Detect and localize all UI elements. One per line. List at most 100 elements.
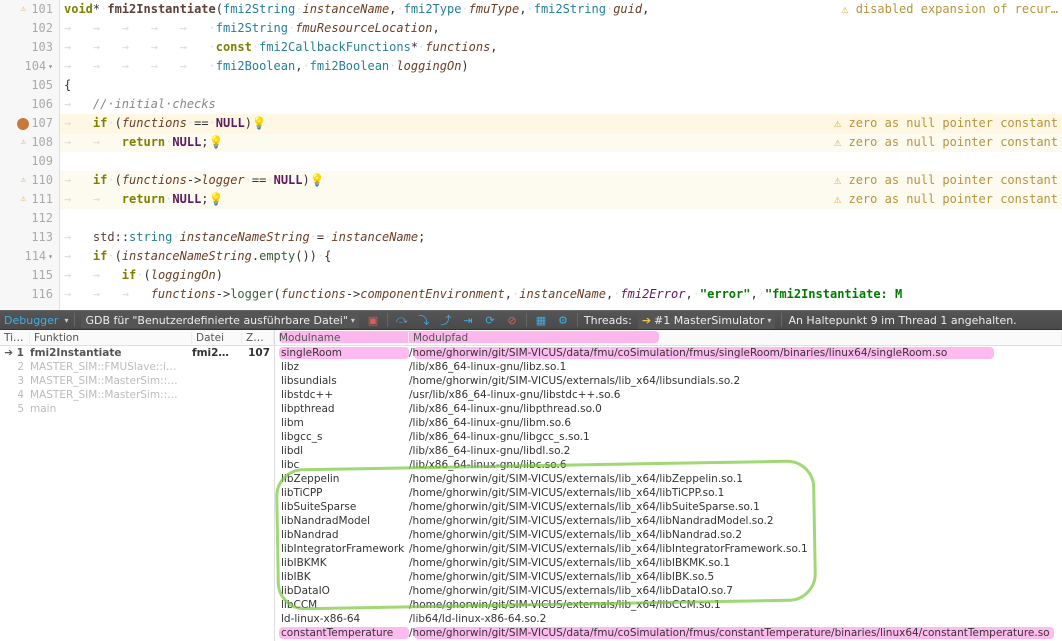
line-number[interactable]: 110 — [31, 171, 53, 190]
module-name: libz — [279, 361, 409, 373]
step-instruction-icon[interactable]: ⇥ — [460, 312, 476, 328]
line-number[interactable]: 105 — [31, 76, 53, 95]
code-line[interactable]: → → if·(loggingOn) — [60, 266, 1062, 285]
code-line[interactable]: → if·(functions->logger·==·NULL)💡 — [60, 171, 834, 190]
module-row[interactable]: libIBK/home/ghorwin/git/SIM-VICUS/extern… — [275, 570, 1062, 584]
col-modpath[interactable]: Modulpfad — [409, 332, 1062, 344]
module-row[interactable]: libgcc_s/lib/x86_64-linux-gnu/libgcc_s.s… — [275, 430, 1062, 444]
module-row[interactable]: ld-linux-x86-64/lib64/ld-linux-x86-64.so… — [275, 612, 1062, 626]
restart-icon[interactable]: ⟳ — [482, 312, 498, 328]
log-icon[interactable]: ▦ — [533, 312, 549, 328]
module-row[interactable]: libdl/lib/x86_64-linux-gnu/libdl.so.2 — [275, 444, 1062, 458]
warning-icon[interactable]: ⚠ — [17, 137, 29, 149]
inline-warning[interactable]: zero as null pointer constant — [834, 171, 1062, 190]
col-depth[interactable]: Tiefe — [0, 332, 30, 344]
line-number[interactable]: 112 — [31, 209, 53, 228]
inline-warning[interactable]: disabled expansion of recur… — [841, 0, 1062, 19]
code-line[interactable]: → → return·NULL;💡 — [60, 133, 834, 152]
line-number[interactable]: 109 — [31, 152, 53, 171]
line-number[interactable]: 116 — [31, 285, 53, 304]
line-number[interactable]: 101 — [31, 0, 53, 19]
code-line[interactable]: { — [60, 76, 1062, 95]
module-path: /home/ghorwin/git/SIM-VICUS/externals/li… — [409, 557, 1062, 569]
col-func[interactable]: Funktion — [30, 332, 192, 344]
col-modname[interactable]: Modulname — [275, 332, 409, 344]
module-row[interactable]: libz/lib/x86_64-linux-gnu/libz.so.1 — [275, 360, 1062, 374]
code-line[interactable] — [60, 209, 1062, 228]
step-over-icon[interactable]: ⤼ — [394, 312, 410, 328]
code-line[interactable]: → → → → → ·const·fmi2CallbackFunctions*·… — [60, 38, 1062, 57]
inline-warning[interactable]: zero as null pointer constant — [834, 133, 1062, 152]
stack-frame[interactable]: 4MASTER_SIM::MasterSim::… — [0, 388, 274, 402]
debug-status: An Haltepunkt 9 im Thread 1 angehalten. — [788, 314, 1016, 327]
code-line[interactable] — [60, 152, 1062, 171]
module-row[interactable]: libstdc++/usr/lib/x86_64-linux-gnu/libst… — [275, 388, 1062, 402]
breakpoint-icon[interactable] — [17, 118, 29, 130]
step-out-icon[interactable]: ⤴ — [438, 312, 454, 328]
code-line[interactable]: → → → functions->logger(functions->compo… — [60, 285, 1062, 304]
stack-panel[interactable]: Tiefe Funktion Datei Zeile ➔ 1fmi2Instan… — [0, 330, 275, 641]
code-line[interactable]: → if·(instanceNameString.empty())·{ — [60, 247, 1062, 266]
gutter[interactable]: ⚠101102103104▾105106107⚠108109⚠110⚠11111… — [0, 0, 60, 310]
module-row[interactable]: libNandradModel/home/ghorwin/git/SIM-VIC… — [275, 514, 1062, 528]
stop-record-icon[interactable]: ▣ — [365, 312, 381, 328]
module-path: /home/ghorwin/git/SIM-VICUS/externals/li… — [409, 501, 1062, 513]
stack-frame[interactable]: 5main — [0, 402, 274, 416]
fold-icon[interactable]: ▾ — [48, 57, 53, 76]
col-line[interactable]: Zeile — [242, 332, 274, 344]
fold-icon[interactable]: ▾ — [48, 247, 53, 266]
line-number[interactable]: 103 — [31, 38, 53, 57]
abort-icon[interactable]: ⊘ — [504, 312, 520, 328]
module-path: /home/ghorwin/git/SIM-VICUS/externals/li… — [409, 487, 1062, 499]
line-number[interactable]: 113 — [31, 228, 53, 247]
module-row[interactable]: libc/lib/x86_64-linux-gnu/libc.so.6 — [275, 458, 1062, 472]
dropdown-arrow-icon[interactable]: ▾ — [64, 316, 68, 325]
code-line[interactable]: → std::string·instanceNameString·=·insta… — [60, 228, 1062, 247]
module-row[interactable]: libpthread/lib/x86_64-linux-gnu/libpthre… — [275, 402, 1062, 416]
stack-frame[interactable]: 3MASTER_SIM::MasterSim::… — [0, 374, 274, 388]
module-path: /lib/x86_64-linux-gnu/libm.so.6 — [409, 417, 1062, 429]
code-line[interactable]: → if·(functions·==·NULL)💡 — [60, 114, 834, 133]
module-row[interactable]: libSuiteSparse/home/ghorwin/git/SIM-VICU… — [275, 500, 1062, 514]
module-row[interactable]: libsundials/home/ghorwin/git/SIM-VICUS/e… — [275, 374, 1062, 388]
code-content[interactable]: void*·fmi2Instantiate(fmi2String·instanc… — [60, 0, 1062, 310]
module-row[interactable]: libIntegratorFramework/home/ghorwin/git/… — [275, 542, 1062, 556]
module-row[interactable]: constantTemperature/home/ghorwin/git/SIM… — [275, 626, 1062, 640]
module-row[interactable]: libm/lib/x86_64-linux-gnu/libm.so.6 — [275, 416, 1062, 430]
code-line[interactable]: → → return·NULL;💡 — [60, 190, 834, 209]
warning-icon[interactable]: ⚠ — [17, 175, 29, 187]
code-editor[interactable]: ⚠101102103104▾105106107⚠108109⚠110⚠11111… — [0, 0, 1062, 310]
line-number[interactable]: 102 — [31, 19, 53, 38]
module-row[interactable]: libZeppelin/home/ghorwin/git/SIM-VICUS/e… — [275, 472, 1062, 486]
stack-frame[interactable]: ➔ 1fmi2Instantiatefmi2…107 — [0, 346, 274, 360]
module-row[interactable]: libDataIO/home/ghorwin/git/SIM-VICUS/ext… — [275, 584, 1062, 598]
module-row[interactable]: libCCM/home/ghorwin/git/SIM-VICUS/extern… — [275, 598, 1062, 612]
module-row[interactable]: libNandrad/home/ghorwin/git/SIM-VICUS/ex… — [275, 528, 1062, 542]
col-file[interactable]: Datei — [192, 332, 242, 344]
code-line[interactable]: void*·fmi2Instantiate(fmi2String·instanc… — [60, 0, 841, 19]
module-row[interactable]: libIBKMK/home/ghorwin/git/SIM-VICUS/exte… — [275, 556, 1062, 570]
warning-icon[interactable]: ⚠ — [17, 4, 29, 16]
code-line[interactable]: → → → → → ·fmi2String·fmuResourceLocatio… — [60, 19, 1062, 38]
module-name: libZeppelin — [279, 473, 409, 485]
line-number[interactable]: 111 — [31, 190, 53, 209]
module-row[interactable]: singleRoom/home/ghorwin/git/SIM-VICUS/da… — [275, 346, 1062, 360]
line-number[interactable]: 106 — [31, 95, 53, 114]
step-into-icon[interactable]: ⤵ — [416, 312, 432, 328]
line-number[interactable]: 108 — [31, 133, 53, 152]
line-number[interactable]: 104 — [24, 57, 46, 76]
line-number[interactable]: 114 — [24, 247, 46, 266]
modules-panel[interactable]: Modulname Modulpfad singleRoom/home/ghor… — [275, 330, 1062, 641]
warning-icon[interactable]: ⚠ — [17, 194, 29, 206]
code-line[interactable]: → → → → → ·fmi2Boolean,·fmi2Boolean·logg… — [60, 57, 1062, 76]
gdb-kit-select[interactable]: GDB für "Benutzerdefinierte ausführbare … — [81, 313, 358, 328]
settings-icon[interactable]: ⚙ — [555, 312, 571, 328]
thread-select[interactable]: ➔ #1 MasterSimulator ▾ — [638, 311, 776, 329]
module-row[interactable]: libTiCPP/home/ghorwin/git/SIM-VICUS/exte… — [275, 486, 1062, 500]
line-number[interactable]: 115 — [31, 266, 53, 285]
inline-warning[interactable]: zero as null pointer constant — [834, 190, 1062, 209]
code-line[interactable]: → //·initial·checks — [60, 95, 1062, 114]
line-number[interactable]: 107 — [31, 114, 53, 133]
stack-frame[interactable]: 2MASTER_SIM::FMUSlave::i… — [0, 360, 274, 374]
inline-warning[interactable]: zero as null pointer constant — [834, 114, 1062, 133]
